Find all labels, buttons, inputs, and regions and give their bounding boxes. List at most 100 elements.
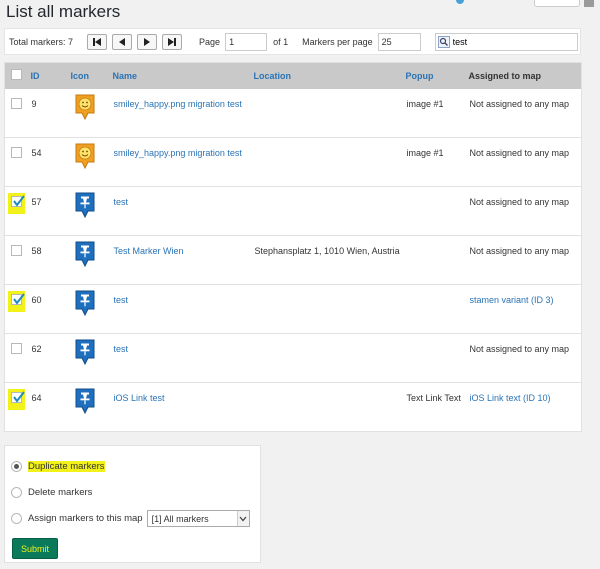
marker-id: 58: [30, 235, 71, 285]
duplicate-label: Duplicate markers: [28, 461, 105, 472]
marker-id: 62: [30, 333, 71, 383]
delete-option[interactable]: Delete markers: [11, 487, 92, 498]
page-title: List all markers: [6, 2, 121, 21]
markers-per-page-input[interactable]: [377, 32, 421, 51]
row-checkbox[interactable]: [11, 343, 22, 354]
row-checkbox[interactable]: [11, 293, 25, 305]
marker-assigned-cell: Not assigned to any map: [468, 235, 582, 285]
assigned-map-text: Not assigned to any map: [469, 197, 570, 207]
marker-popup: Text Link Text: [405, 382, 469, 432]
map-select-value: [1] All markers: [151, 513, 209, 524]
last-page-icon: [168, 37, 177, 46]
column-header-name[interactable]: Name: [113, 63, 254, 89]
marker-popup: [405, 333, 469, 383]
next-page-icon: [144, 37, 151, 46]
marker-popup: image #1: [405, 88, 469, 138]
row-checkbox[interactable]: [11, 391, 25, 403]
marker-name-link[interactable]: smiley_happy.png migration test: [114, 99, 242, 109]
prev-page-icon: [119, 37, 126, 46]
pagination-toolbar: Total markers: 7 Page of 1 Markers per p…: [4, 28, 581, 55]
selection-highlight: [8, 291, 25, 312]
marker-assigned-cell: stamen variant (ID 3): [468, 284, 582, 334]
marker-id: 60: [30, 284, 71, 334]
selection-highlight: [8, 193, 25, 214]
marker-assigned-cell: Not assigned to any map: [468, 333, 582, 383]
assigned-map-link[interactable]: iOS Link text (ID 10): [470, 393, 551, 403]
table-row: 9 smiley_happy.png migration test image …: [4, 88, 582, 138]
marker-icon-cell: [70, 137, 113, 187]
marker-popup: [405, 186, 469, 236]
row-checkbox[interactable]: [11, 195, 25, 207]
marker-name-link[interactable]: smiley_happy.png migration test: [114, 148, 242, 158]
row-checkbox[interactable]: [11, 147, 22, 158]
page-number-input[interactable]: [225, 32, 268, 51]
assign-option[interactable]: Assign markers to this map [1] All marke…: [11, 510, 250, 527]
column-header-id[interactable]: ID: [31, 63, 71, 89]
search-field[interactable]: [434, 32, 578, 51]
marker-id: 64: [30, 382, 71, 432]
marker-location: [253, 284, 406, 334]
marker-location: Stephansplatz 1, 1010 Wien, Austria: [253, 235, 406, 285]
column-header-icon: Icon: [70, 70, 90, 81]
marker-name-cell: Test Marker Wien: [112, 235, 254, 285]
delete-label: Delete markers: [28, 487, 93, 498]
marker-icon-cell: [70, 186, 113, 236]
markers-table: ID Icon Name Location Popup Assigned to …: [4, 62, 582, 432]
marker-name-cell: test: [112, 186, 254, 236]
marker-name-link[interactable]: test: [114, 197, 129, 207]
table-row: 60 test stamen variant (ID 3): [4, 284, 582, 334]
help-tab[interactable]: [534, 0, 580, 7]
duplicate-radio[interactable]: [11, 461, 22, 472]
marker-assigned-cell: Not assigned to any map: [468, 88, 582, 138]
map-select[interactable]: [1] All markers: [146, 510, 250, 527]
marker-popup: [405, 235, 469, 285]
row-checkbox[interactable]: [11, 97, 22, 109]
pin-marker-icon: [75, 339, 94, 366]
pin-marker-icon: [75, 290, 94, 317]
next-page-button[interactable]: [137, 33, 158, 50]
checkbox-cell: [4, 137, 31, 187]
column-header-assigned: Assigned to map: [468, 70, 542, 81]
marker-location: [253, 186, 406, 236]
bulk-actions-panel: Duplicate markers Delete markers Assign …: [4, 445, 261, 563]
row-checkbox[interactable]: [11, 245, 22, 256]
table-row: 57 test Not assigned to any map: [4, 186, 582, 236]
user-avatar-icon[interactable]: [584, 0, 594, 7]
marker-id: 57: [30, 186, 71, 236]
marker-name-link[interactable]: iOS Link test: [114, 393, 165, 403]
assigned-map-text: Not assigned to any map: [469, 148, 570, 158]
last-page-button[interactable]: [162, 33, 183, 50]
marker-name-link[interactable]: Test Marker Wien: [114, 246, 184, 256]
smiley-marker-icon: [75, 143, 94, 170]
select-all-checkbox[interactable]: [11, 69, 22, 81]
marker-location: [253, 137, 406, 187]
checkbox-cell: [4, 235, 31, 285]
assigned-map-link[interactable]: stamen variant (ID 3): [470, 295, 554, 305]
submit-button[interactable]: Submit: [12, 538, 58, 559]
prev-page-button[interactable]: [112, 33, 133, 50]
column-header-location[interactable]: Location: [254, 63, 406, 89]
table-header-row: ID Icon Name Location Popup Assigned to …: [4, 62, 582, 89]
selection-highlight: [8, 389, 25, 410]
pin-marker-icon: [75, 192, 94, 219]
duplicate-option[interactable]: Duplicate markers: [11, 461, 105, 472]
marker-icon-cell: [70, 88, 113, 138]
pin-marker-icon: [75, 388, 94, 415]
checkbox-cell: [4, 88, 31, 138]
table-row: 54 smiley_happy.png migration test image…: [4, 137, 582, 187]
column-header-popup[interactable]: Popup: [406, 63, 469, 89]
marker-name-link[interactable]: test: [114, 344, 129, 354]
assign-radio[interactable]: [11, 513, 22, 524]
page-count-label: of 1: [273, 36, 289, 47]
markers-per-page-label: Markers per page: [302, 36, 373, 47]
chevron-down-icon: [236, 511, 249, 526]
marker-name-link[interactable]: test: [114, 295, 129, 305]
select-all-cell: [5, 63, 31, 89]
search-input[interactable]: [452, 36, 573, 47]
table-row: 62 test Not assigned to any map: [4, 333, 582, 383]
first-page-button[interactable]: [87, 33, 108, 50]
marker-icon-cell: [70, 382, 113, 432]
marker-popup: image #1: [405, 137, 469, 187]
delete-radio[interactable]: [11, 487, 22, 498]
marker-location: [253, 88, 406, 138]
